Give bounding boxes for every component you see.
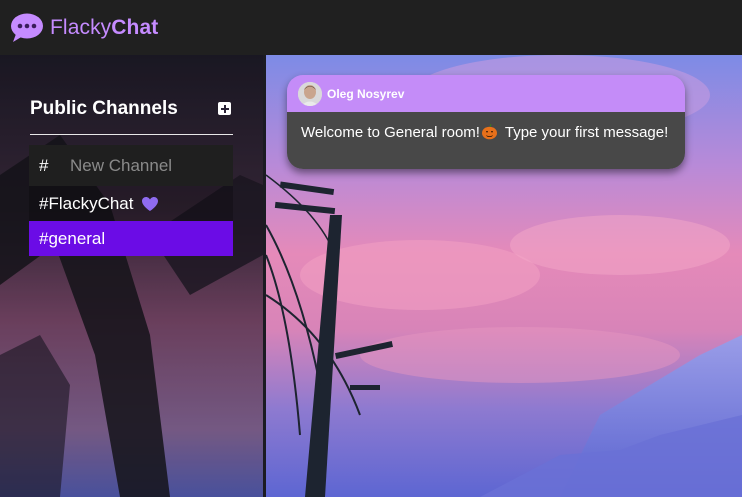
chat-bubble-icon — [11, 13, 43, 42]
purple-heart-icon — [142, 196, 159, 211]
message-text-end: Type your first message! — [500, 124, 669, 141]
hash-prefix: # — [39, 155, 49, 175]
new-channel-input[interactable] — [70, 155, 220, 176]
channel-label: #general — [39, 228, 106, 248]
message-header: Oleg Nosyrev — [287, 75, 685, 112]
new-channel-row: # — [29, 145, 233, 186]
brand-bold: Chat — [111, 15, 159, 39]
message-author[interactable]: Oleg Nosyrev — [327, 87, 404, 101]
pumpkin-icon — [481, 124, 497, 140]
channels-header: Public Channels — [30, 98, 233, 135]
brand-regular: Flacky — [50, 15, 112, 39]
message-body: Welcome to General room! Type your first… — [287, 112, 685, 169]
message-card: Oleg Nosyrev Welcome to General room! Ty… — [287, 75, 685, 169]
channel-label: #FlackyChat — [39, 193, 134, 213]
app-header: FlackyChat — [0, 0, 742, 55]
channel-item-flackychat[interactable]: #FlackyChat — [29, 186, 233, 221]
channel-list: # #FlackyChat #general — [29, 145, 233, 256]
channels-title: Public Channels — [30, 98, 178, 119]
sidebar-divider — [263, 55, 266, 497]
app-brand[interactable]: FlackyChat — [50, 16, 158, 40]
message-text-start: Welcome to General room! — [301, 124, 480, 141]
channel-item-general[interactable]: #general — [29, 221, 233, 256]
plus-square-icon[interactable] — [218, 102, 231, 115]
user-avatar[interactable] — [298, 81, 322, 106]
